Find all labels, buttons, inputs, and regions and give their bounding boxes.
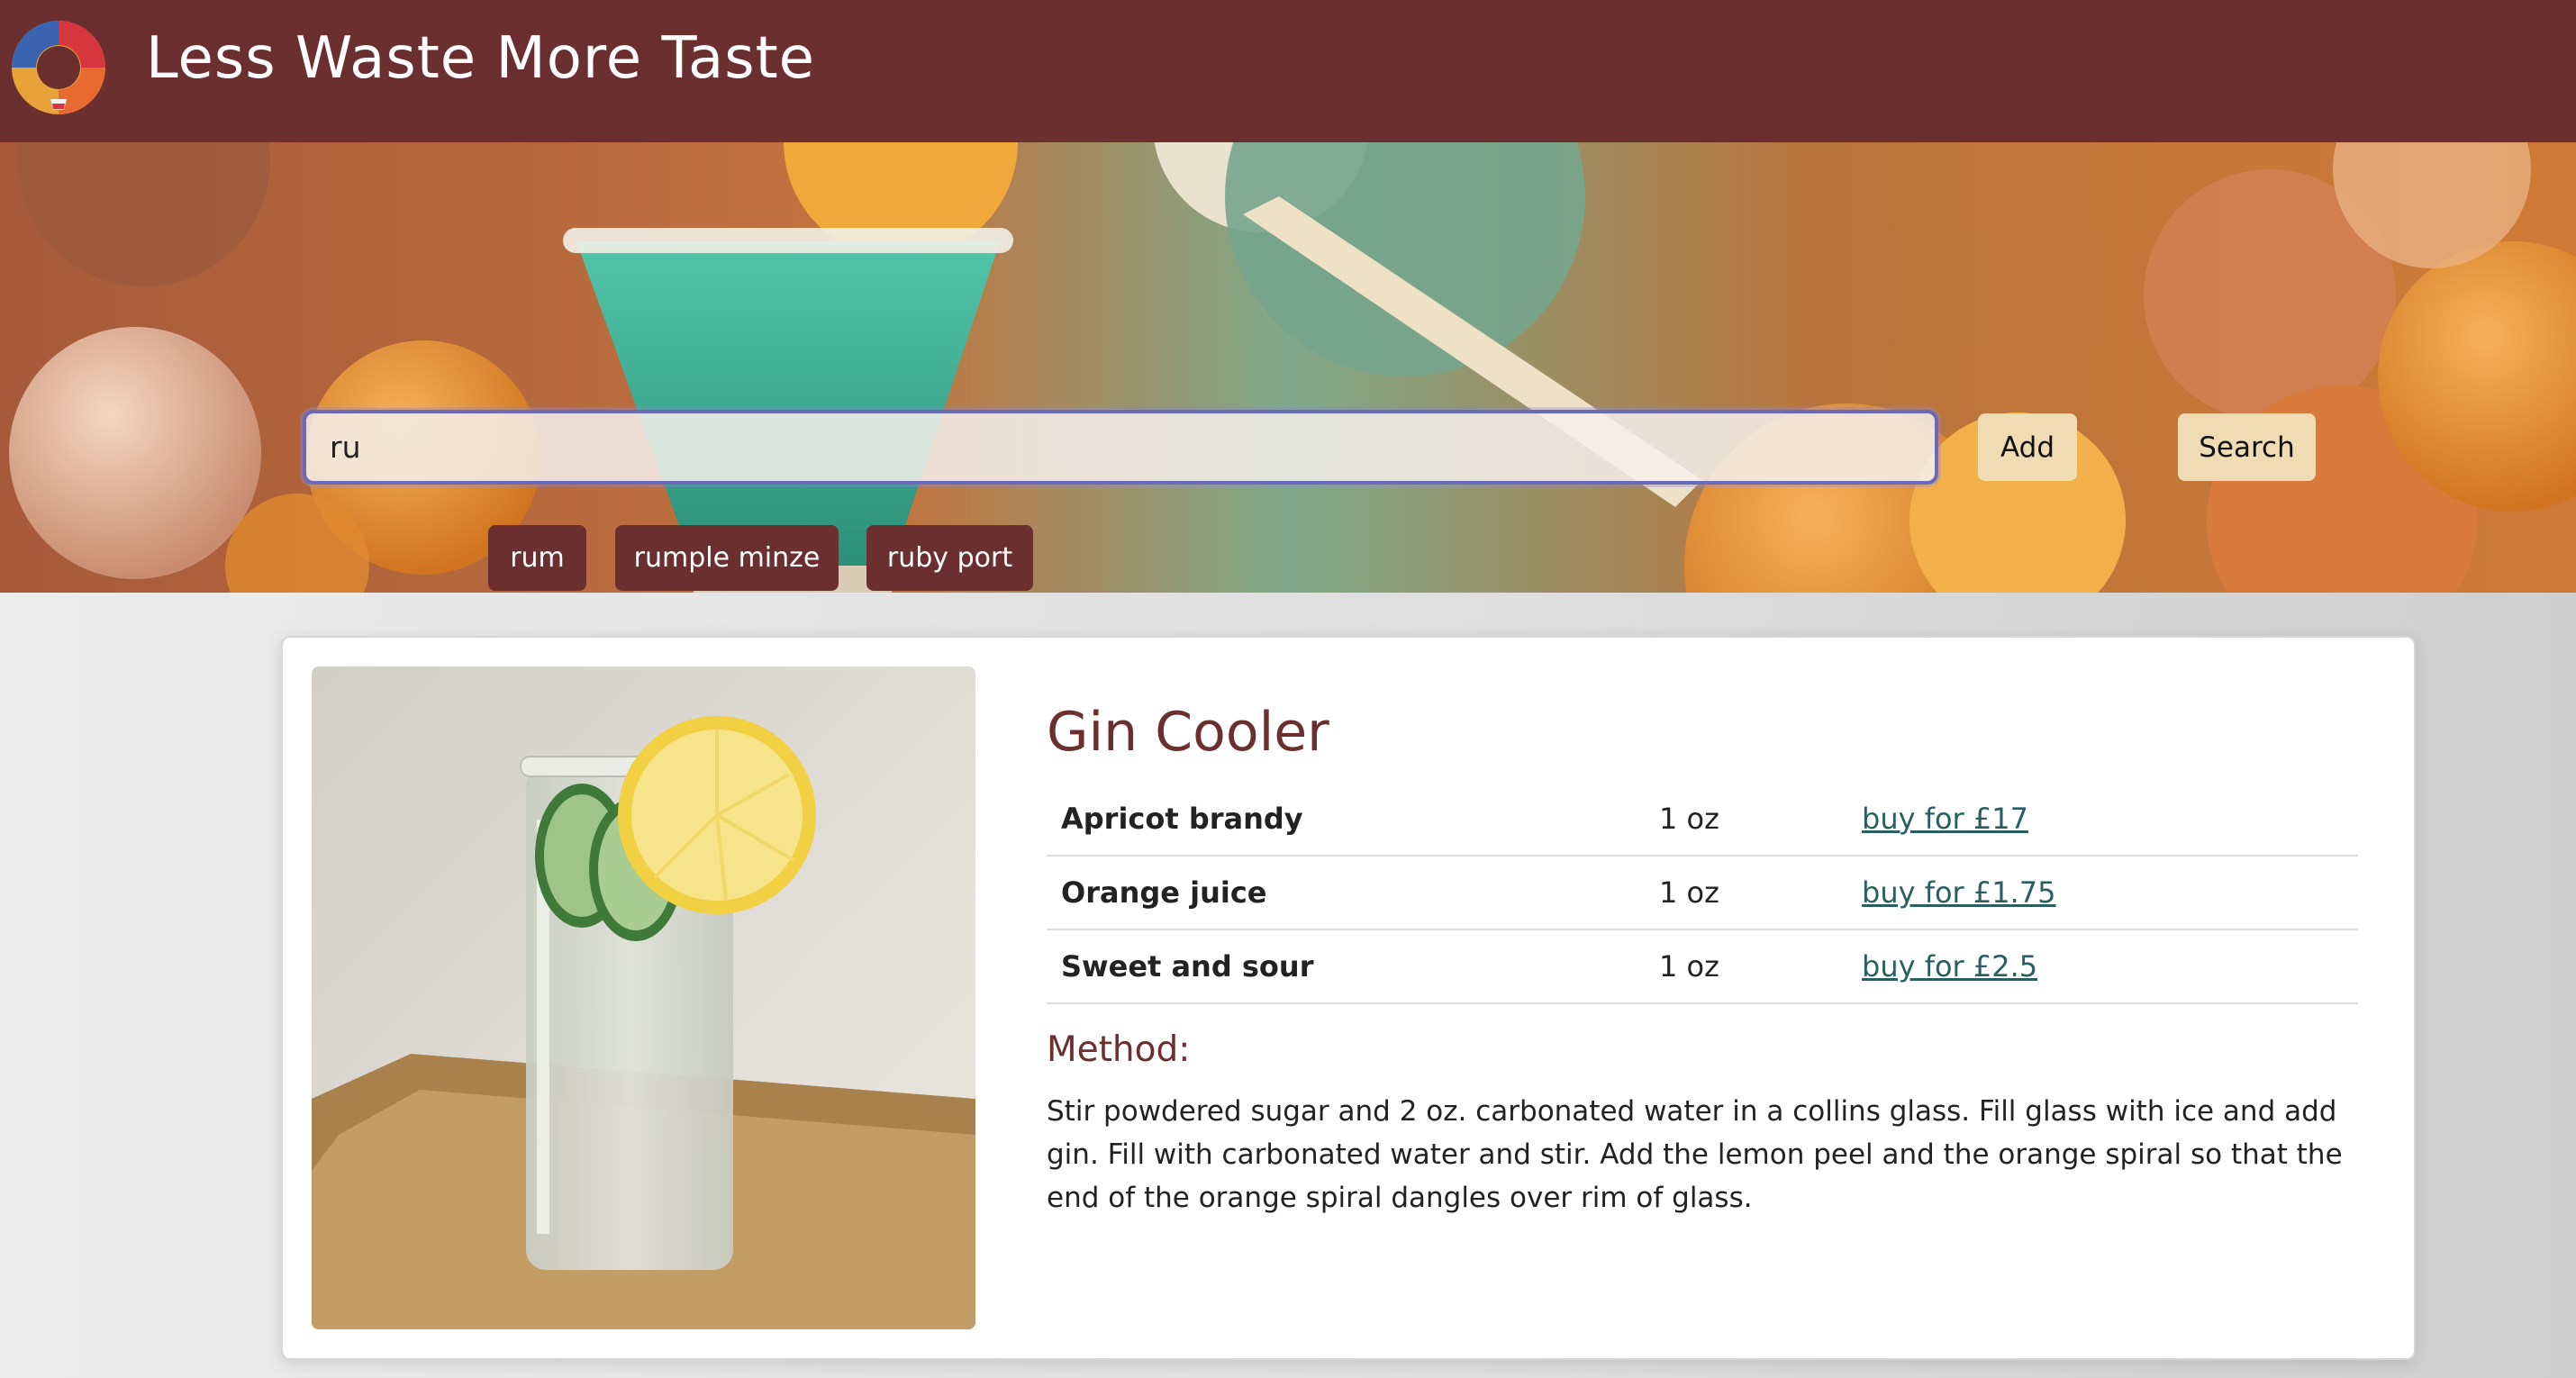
table-row: Apricot brandy 1 oz buy for £17 [1047,782,2358,857]
table-row: Orange juice 1 oz buy for £1.75 [1047,856,2358,930]
ingredient-name: Sweet and sour [1047,929,1659,1004]
ingredient-quantity: 1 oz [1659,929,1862,1004]
buy-link[interactable]: buy for £1.75 [1862,875,2055,910]
ingredient-name: Apricot brandy [1047,782,1659,857]
highball-glass-photo-icon [312,666,975,1329]
buy-link[interactable]: buy for £2.5 [1862,949,2037,984]
buy-link[interactable]: buy for £17 [1862,802,2028,836]
site-title: Less Waste More Taste [146,25,816,92]
cocktail-photo [312,666,975,1329]
ingredients-table: Apricot brandy 1 oz buy for £17 Orange j… [1047,782,2358,1004]
suggestion-chip[interactable]: ruby port [866,525,1033,591]
top-navbar: Less Waste More Taste [0,0,2576,142]
hero-background-art [0,142,2576,593]
cocktail-name: Gin Cooler [1047,701,1329,764]
add-ingredient-button[interactable]: Add [1978,413,2077,481]
ingredient-quantity: 1 oz [1659,856,1862,930]
search-button[interactable]: Search [2178,413,2316,481]
suggestion-chip[interactable]: rumple minze [615,525,839,591]
method-heading: Method: [1047,1029,1191,1070]
suggestion-chip[interactable]: rum [488,525,586,591]
hero-search-banner: Add Search rum rumple minze ruby port [0,142,2576,593]
table-row: Sweet and sour 1 oz buy for £2.5 [1047,929,2358,1004]
method-text: Stir powdered sugar and 2 oz. carbonated… [1047,1095,2343,1214]
ingredient-name: Orange juice [1047,856,1659,930]
recipe-card: Gin Cooler Apricot brandy 1 oz buy for £… [281,636,2416,1360]
ingredient-quantity: 1 oz [1659,782,1862,857]
ingredient-search-input[interactable] [303,410,1938,485]
logo-icon[interactable] [11,20,106,115]
